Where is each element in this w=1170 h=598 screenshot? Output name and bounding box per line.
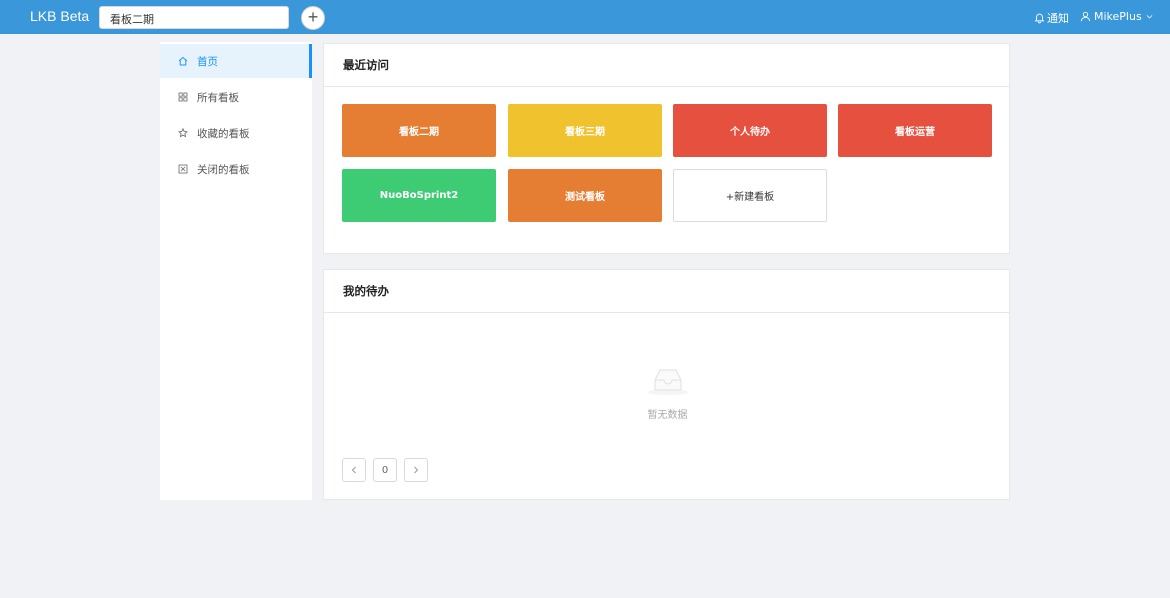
board-tile[interactable]: 看板运营 — [838, 104, 992, 157]
top-navbar: LKB Beta 看板二期 + 通知 MikePlus — [0, 0, 1170, 34]
bell-icon — [1034, 13, 1045, 23]
chevron-down-icon — [1146, 15, 1153, 19]
sidebar-item-label: 收藏的看板 — [197, 127, 250, 140]
notification-button[interactable]: 通知 — [1034, 10, 1069, 26]
grid-icon — [178, 92, 188, 102]
new-board-button[interactable]: +新建看板 — [673, 169, 827, 222]
chevron-right-icon — [414, 466, 419, 474]
board-tile[interactable]: NuoBoSprint2 — [342, 169, 496, 222]
prev-page-button[interactable] — [342, 458, 366, 482]
user-name: MikePlus — [1094, 10, 1142, 23]
sidebar-item-closed-boards[interactable]: 关闭的看板 — [160, 152, 312, 186]
user-icon — [1080, 11, 1091, 22]
sidebar: 首页 所有看板 收藏的看板 关闭的看板 — [160, 42, 312, 500]
empty-text: 暂无数据 — [647, 410, 688, 421]
recent-visits-title: 最近访问 — [324, 44, 1009, 87]
empty-inbox-icon — [647, 369, 688, 395]
sidebar-item-all-boards[interactable]: 所有看板 — [160, 80, 312, 114]
sidebar-item-home[interactable]: 首页 — [160, 44, 312, 78]
sidebar-item-label: 所有看板 — [197, 91, 239, 104]
board-tile[interactable]: 个人待办 — [673, 104, 827, 157]
close-box-icon — [178, 164, 188, 174]
page-number[interactable]: 0 — [373, 458, 397, 482]
user-menu[interactable]: MikePlus — [1080, 10, 1154, 23]
sidebar-item-label: 首页 — [197, 55, 218, 68]
empty-state: 暂无数据 — [324, 366, 1011, 421]
sidebar-item-label: 关闭的看板 — [197, 163, 250, 176]
home-icon — [178, 56, 188, 66]
add-board-button[interactable]: + — [301, 6, 325, 30]
star-icon — [178, 128, 188, 138]
next-page-button[interactable] — [404, 458, 428, 482]
my-todo-title: 我的待办 — [324, 270, 1009, 313]
board-tile[interactable]: 看板三期 — [508, 104, 662, 157]
recent-visits-panel: 最近访问 看板二期 看板三期 个人待办 看板运营 NuoBoSprint2 测试… — [323, 43, 1010, 254]
my-todo-panel: 我的待办 暂无数据 0 — [323, 269, 1010, 500]
brand-logo[interactable]: LKB Beta — [30, 8, 89, 24]
board-tile[interactable]: 测试看板 — [508, 169, 662, 222]
chevron-left-icon — [351, 466, 356, 474]
board-selector[interactable]: 看板二期 — [99, 6, 289, 29]
board-tile[interactable]: 看板二期 — [342, 104, 496, 157]
notification-label: 通知 — [1047, 12, 1069, 25]
sidebar-item-starred-boards[interactable]: 收藏的看板 — [160, 116, 312, 150]
